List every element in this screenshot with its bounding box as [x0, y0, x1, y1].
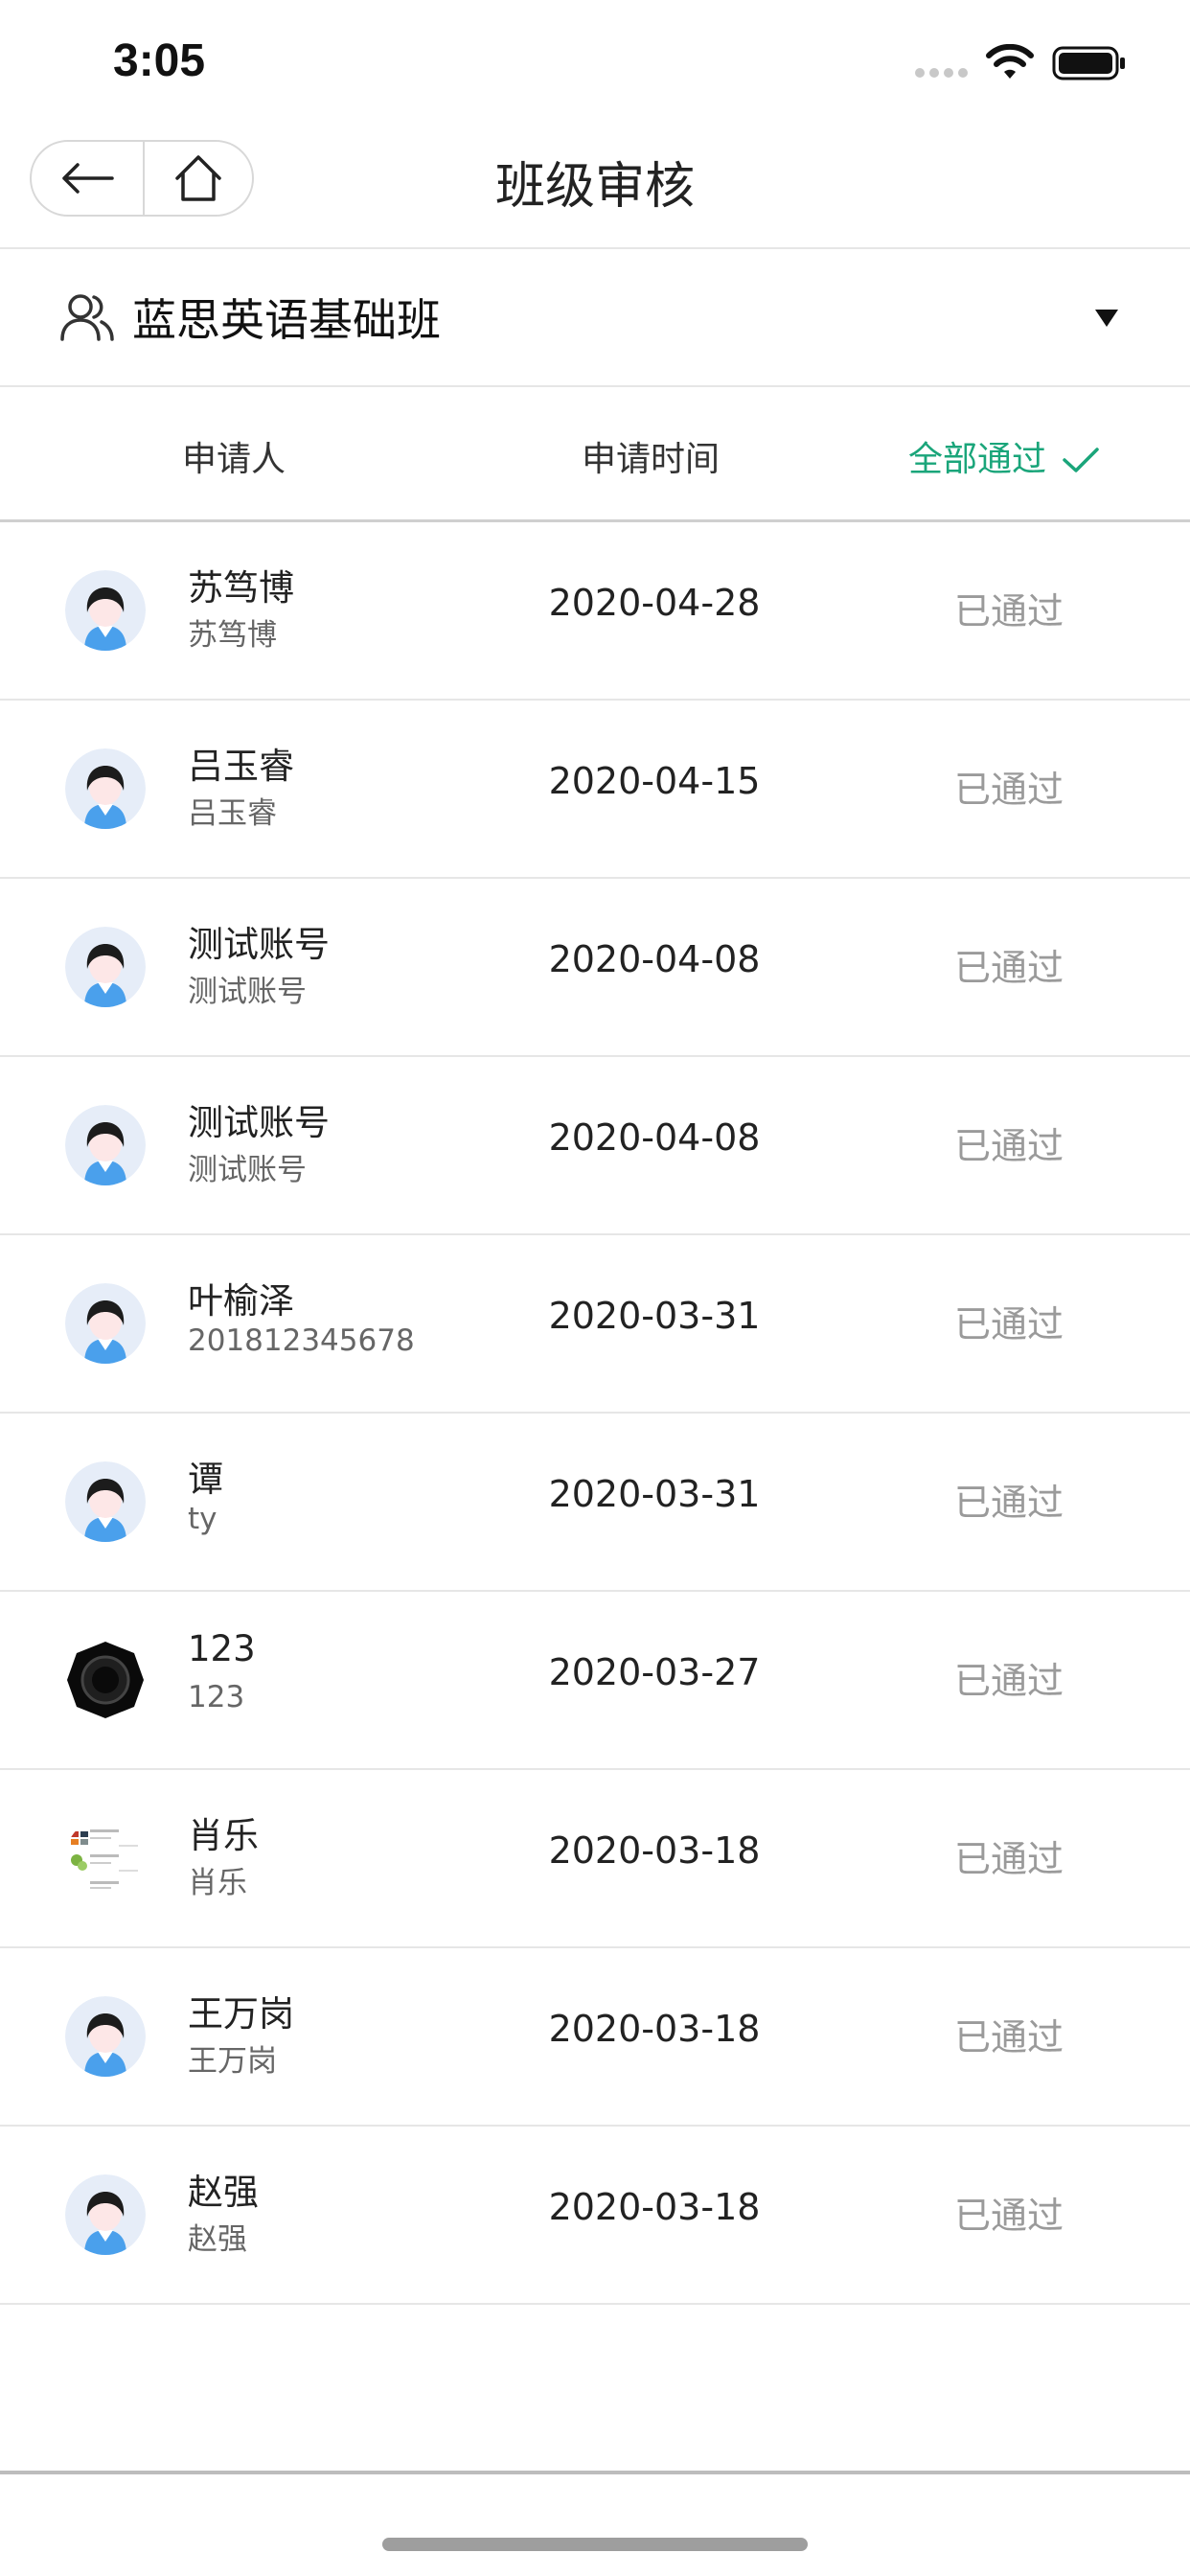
- applicant-name: 苏笃博: [188, 567, 294, 609]
- default-avatar-icon: [65, 2174, 146, 2255]
- status-label: 已通过: [954, 2016, 1064, 2058]
- default-avatar-icon: [65, 1461, 146, 1542]
- status-label: 已通过: [954, 590, 1064, 632]
- applicant-account: 123: [188, 1680, 245, 1714]
- back-arrow-icon: [62, 163, 114, 194]
- list-item[interactable]: 吕玉睿 吕玉睿 2020-04-15 已通过: [0, 701, 1190, 879]
- default-avatar-icon: [65, 1996, 146, 2077]
- dropdown-arrow-icon: [1095, 310, 1118, 327]
- application-date: 2020-03-18: [548, 1829, 761, 1872]
- status-label: 已通过: [954, 947, 1064, 989]
- status-label: 已通过: [954, 1125, 1064, 1167]
- class-name: 蓝思英语基础班: [132, 294, 441, 346]
- applicant-account: ty: [188, 1502, 217, 1536]
- status-label: 已通过: [954, 1482, 1064, 1524]
- default-avatar-icon: [65, 748, 146, 829]
- applicant-name: 赵强: [188, 2172, 259, 2213]
- status-bar: 3:05: [0, 0, 1190, 125]
- wifi-icon: [986, 44, 1034, 79]
- list-item[interactable]: 测试账号 测试账号 2020-04-08 已通过: [0, 879, 1190, 1057]
- status-label: 已通过: [954, 1660, 1064, 1702]
- applicant-name: 测试账号: [188, 924, 330, 965]
- check-icon: [1063, 448, 1099, 472]
- application-date: 2020-04-15: [548, 760, 761, 802]
- application-date: 2020-03-18: [548, 2008, 761, 2050]
- list-item[interactable]: 谭 ty 2020-03-31 已通过: [0, 1414, 1190, 1592]
- applicant-name: 肖乐: [188, 1815, 259, 1856]
- dark-ring-avatar-icon: [65, 1640, 146, 1720]
- applicant-account: 王万岗: [188, 2044, 277, 2079]
- application-date: 2020-03-27: [548, 1651, 761, 1693]
- status-label: 已通过: [954, 2195, 1064, 2237]
- applicant-account: 吕玉睿: [188, 796, 277, 831]
- applicant-account: 测试账号: [188, 975, 307, 1009]
- home-indicator[interactable]: [382, 2538, 808, 2551]
- status-label: 已通过: [954, 1838, 1064, 1880]
- applicant-name: 测试账号: [188, 1102, 330, 1143]
- status-time: 3:05: [113, 35, 206, 86]
- applicant-name: 吕玉睿: [188, 746, 294, 787]
- default-avatar-icon: [65, 1105, 146, 1185]
- approve-all-label: 全部通过: [908, 440, 1047, 479]
- bottom-divider: [0, 2471, 1190, 2474]
- navigation-bar: 班级审核: [0, 125, 1190, 249]
- applicant-account: 肖乐: [188, 1866, 247, 1900]
- default-avatar-icon: [65, 570, 146, 651]
- back-button[interactable]: [32, 142, 143, 215]
- list-item[interactable]: 叶榆泽 201812345678 2020-03-31 已通过: [0, 1235, 1190, 1414]
- application-date: 2020-04-08: [548, 938, 761, 980]
- applicant-account: 赵强: [188, 2222, 247, 2257]
- list-item[interactable]: 苏笃博 苏笃博 2020-04-28 已通过: [0, 522, 1190, 701]
- applicant-name: 王万岗: [188, 1993, 294, 2035]
- list-item[interactable]: 123 123 2020-03-27 已通过: [0, 1592, 1190, 1770]
- applicant-name: 叶榆泽: [188, 1280, 294, 1322]
- applicant-name: 123: [188, 1628, 256, 1669]
- application-date: 2020-04-28: [548, 582, 761, 624]
- applicant-list: 苏笃博 苏笃博 2020-04-28 已通过 吕玉睿 吕玉睿 2020-04-15 已通过 测试…: [0, 522, 1190, 2305]
- application-date: 2020-03-18: [548, 2186, 761, 2228]
- applicant-account: 苏笃博: [188, 618, 277, 653]
- column-header-time: 申请时间: [582, 440, 721, 479]
- status-label: 已通过: [954, 1303, 1064, 1346]
- cellular-signal-icon: [915, 65, 973, 80]
- home-button[interactable]: [145, 142, 252, 215]
- screenshot-avatar-icon: [65, 1818, 146, 1898]
- default-avatar-icon: [65, 927, 146, 1007]
- application-date: 2020-03-31: [548, 1295, 761, 1337]
- applicant-account: 测试账号: [188, 1153, 307, 1187]
- approve-all-button[interactable]: 全部通过: [908, 431, 1100, 481]
- applicant-account: 201812345678: [188, 1323, 415, 1358]
- list-item[interactable]: 赵强 赵强 2020-03-18 已通过: [0, 2127, 1190, 2305]
- class-selector[interactable]: 蓝思英语基础班: [0, 249, 1190, 387]
- application-date: 2020-04-08: [548, 1116, 761, 1159]
- nav-capsule: [30, 140, 254, 217]
- applicant-name: 谭: [188, 1459, 223, 1500]
- list-item[interactable]: 测试账号 测试账号 2020-04-08 已通过: [0, 1057, 1190, 1235]
- users-icon: [60, 294, 114, 341]
- status-label: 已通过: [954, 769, 1064, 811]
- column-header-applicant: 申请人: [182, 440, 286, 479]
- application-date: 2020-03-31: [548, 1473, 761, 1515]
- default-avatar-icon: [65, 1283, 146, 1364]
- battery-icon: [1052, 46, 1125, 80]
- list-item[interactable]: 肖乐 肖乐 2020-03-18 已通过: [0, 1770, 1190, 1948]
- table-header: 申请人 申请时间 全部通过: [0, 387, 1190, 522]
- home-icon: [175, 155, 221, 201]
- list-item[interactable]: 王万岗 王万岗 2020-03-18 已通过: [0, 1948, 1190, 2127]
